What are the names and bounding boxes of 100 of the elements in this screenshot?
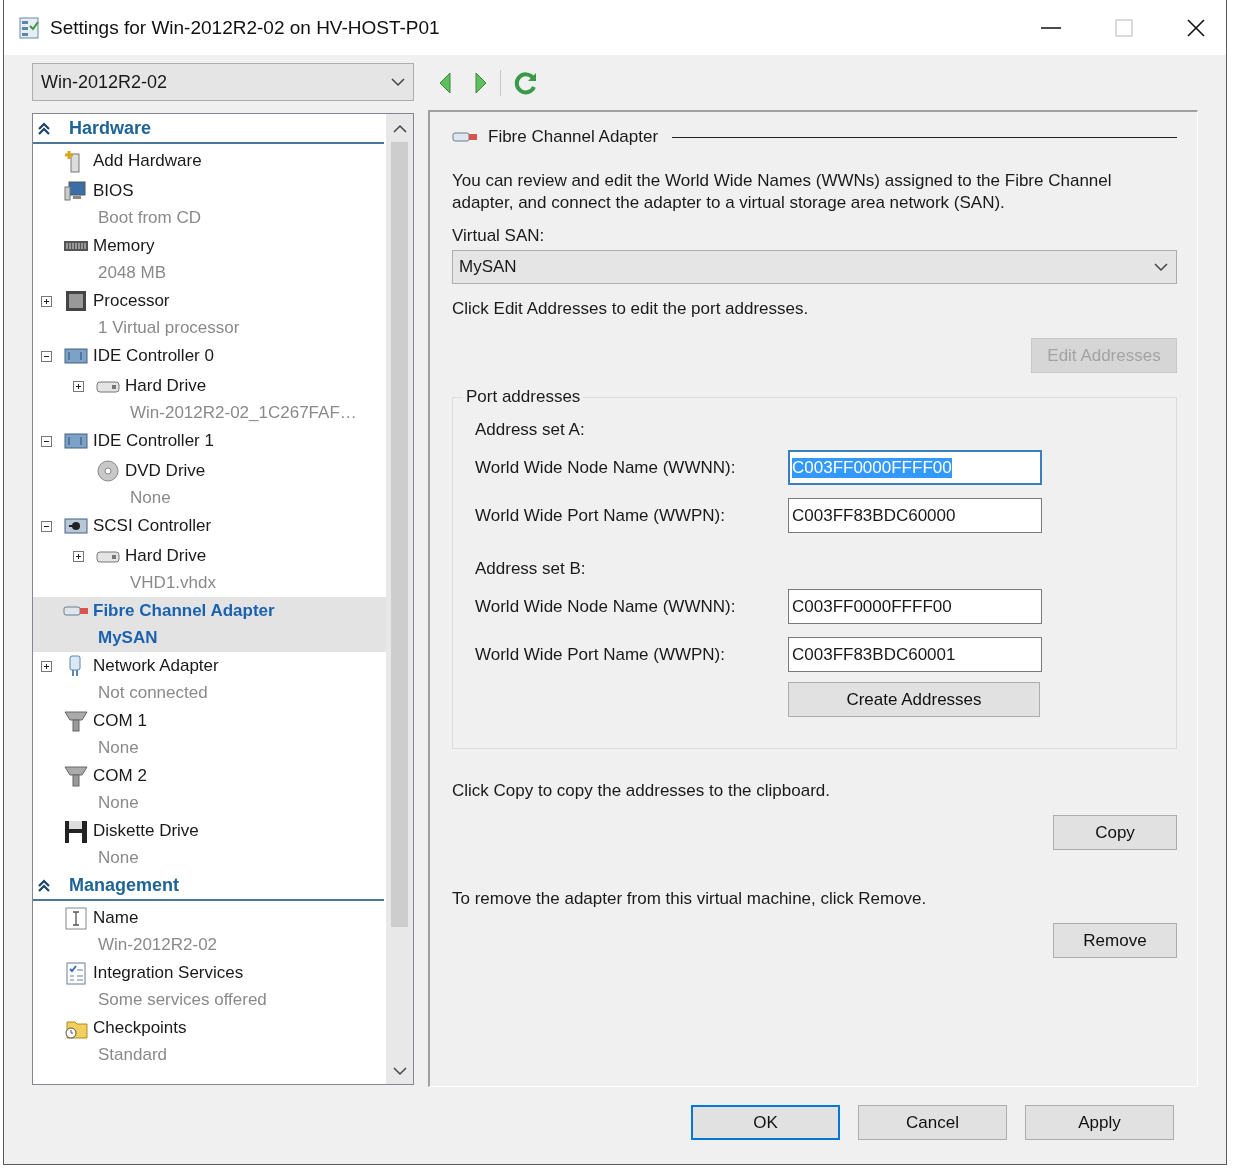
tree-item[interactable]: Name Win-2012R2-02 xyxy=(33,904,386,959)
input-field[interactable]: C003FF83BDC60001 xyxy=(788,637,1042,672)
create-addresses-button[interactable]: Create Addresses xyxy=(788,682,1040,717)
expand-icon[interactable] xyxy=(72,550,84,562)
item-name: Processor xyxy=(93,291,170,311)
adapter-plug-icon xyxy=(452,130,478,144)
item-detail: None xyxy=(98,847,140,869)
tree-item[interactable]: Fibre Channel Adapter MySAN xyxy=(33,597,386,652)
item-name: Hard Drive xyxy=(125,546,207,566)
scrollbar[interactable] xyxy=(386,114,413,1084)
tree-item[interactable]: Integration Services Some services offered xyxy=(33,959,386,1014)
tree-item[interactable]: Diskette Drive None xyxy=(33,817,386,872)
collapse-section-icon[interactable] xyxy=(37,878,51,893)
tree-item[interactable]: Checkpoints Standard xyxy=(33,1014,386,1069)
virtual-san-dropdown[interactable]: MySAN xyxy=(452,250,1177,284)
forward-arrow-icon[interactable] xyxy=(474,72,488,94)
remove-button[interactable]: Remove xyxy=(1053,923,1177,958)
field-label: World Wide Node Name (WWNN): xyxy=(475,457,737,478)
item-name: Fibre Channel Adapter xyxy=(93,601,275,621)
expand-icon[interactable] xyxy=(72,380,84,392)
field-label: Virtual SAN: xyxy=(452,225,546,247)
item-detail: Boot from CD xyxy=(98,207,202,229)
item-name: SCSI Controller xyxy=(93,516,212,536)
section-heading: Hardware xyxy=(69,118,152,139)
item-detail: Win-2012R2-02_1C267FAF… xyxy=(130,402,358,424)
item-detail: None xyxy=(98,737,140,759)
collapse-icon[interactable] xyxy=(40,520,52,532)
tree-item[interactable]: IDE Controller 1 xyxy=(33,427,386,457)
item-detail: Win-2012R2-02 xyxy=(98,934,219,956)
serial-port-icon xyxy=(63,708,89,734)
text-cursor-icon xyxy=(63,905,89,931)
tree-item[interactable]: COM 2 None xyxy=(33,762,386,817)
item-name: Checkpoints xyxy=(93,1018,187,1038)
address-set-label: Address set A: xyxy=(475,419,586,441)
item-detail: None xyxy=(98,792,140,814)
back-arrow-icon[interactable] xyxy=(438,72,452,94)
item-detail: MySAN xyxy=(98,627,159,649)
disc-icon xyxy=(95,458,121,484)
description-text: You can review and edit the World Wide Names (WWNs) assigned to the Fibre Channel adapter, and connect the adapter to a virtual storage area network (SAN). xyxy=(452,170,1113,214)
monitor-icon xyxy=(63,178,89,204)
item-name: IDE Controller 1 xyxy=(93,431,214,451)
tree-item[interactable]: Processor 1 Virtual processor xyxy=(33,287,386,342)
item-name: Add Hardware xyxy=(93,151,202,171)
field-label: World Wide Node Name (WWNN): xyxy=(475,596,737,617)
dialog-button[interactable]: OK xyxy=(691,1105,840,1140)
tree-item[interactable]: COM 1 None xyxy=(33,707,386,762)
hint-text: Click Copy to copy the addresses to the clipboard. xyxy=(452,780,831,802)
expand-icon[interactable] xyxy=(40,660,52,672)
chevron-down-icon xyxy=(391,77,405,87)
item-name: COM 1 xyxy=(93,711,147,731)
item-name: DVD Drive xyxy=(125,461,206,481)
tree-item[interactable]: DVD Drive None xyxy=(65,457,386,512)
collapse-section-icon[interactable] xyxy=(37,121,51,136)
section-heading: Management xyxy=(69,875,180,896)
dialog-button[interactable]: Cancel xyxy=(858,1105,1007,1140)
scroll-down-icon[interactable] xyxy=(392,1066,407,1076)
item-name: IDE Controller 0 xyxy=(93,346,214,366)
settings-icon xyxy=(18,15,42,40)
item-detail: VHD1.vhdx xyxy=(130,572,217,594)
item-detail: Not connected xyxy=(98,682,209,704)
collapse-icon[interactable] xyxy=(40,350,52,362)
input-field[interactable]: C003FF83BDC60000 xyxy=(788,498,1042,533)
item-name: COM 2 xyxy=(93,766,147,786)
processor-chip-icon xyxy=(63,288,89,314)
hint-text: To remove the adapter from this virtual machine, click Remove. xyxy=(452,888,928,910)
tree-item[interactable]: BIOS Boot from CD xyxy=(33,177,386,232)
item-name: Network Adapter xyxy=(93,656,219,676)
item-name: Hard Drive xyxy=(125,376,207,396)
tree-item[interactable]: Hard Drive Win-2012R2-02_1C267FAF… xyxy=(65,372,386,427)
copy-button[interactable]: Copy xyxy=(1053,815,1177,850)
hint-text: Click Edit Addresses to edit the port addresses. xyxy=(452,298,810,320)
checklist-icon xyxy=(63,960,89,986)
tree-item[interactable]: Network Adapter Not connected xyxy=(33,652,386,707)
field-label: World Wide Port Name (WWPN): xyxy=(475,505,726,526)
input-field[interactable]: C003FF0000FFFF00 xyxy=(788,589,1042,624)
section-title: Fibre Channel Adapter xyxy=(488,127,659,147)
tree-item[interactable]: Add Hardware xyxy=(33,147,386,177)
tree-item[interactable]: Memory 2048 MB xyxy=(33,232,386,287)
item-name: Memory xyxy=(93,236,155,256)
collapse-icon[interactable] xyxy=(40,435,52,447)
serial-port-icon xyxy=(63,763,89,789)
chevron-down-icon xyxy=(1154,262,1168,272)
item-detail: Standard xyxy=(98,1044,168,1066)
tree-item[interactable]: IDE Controller 0 xyxy=(33,342,386,372)
field-label: World Wide Port Name (WWPN): xyxy=(475,644,726,665)
scroll-up-icon[interactable] xyxy=(392,124,407,134)
address-set-label: Address set B: xyxy=(475,558,587,580)
window-title: Settings for Win-2012R2-02 on HV-HOST-P01 xyxy=(50,16,441,39)
tree-item[interactable]: SCSI Controller xyxy=(33,512,386,542)
item-detail: None xyxy=(130,487,172,509)
item-detail: 2048 MB xyxy=(98,262,168,284)
tree-item[interactable]: Hard Drive VHD1.vhdx xyxy=(65,542,386,597)
dialog-button[interactable]: Apply xyxy=(1025,1105,1174,1140)
refresh-icon[interactable] xyxy=(513,70,539,96)
expand-icon[interactable] xyxy=(40,295,52,307)
item-name: Diskette Drive xyxy=(93,821,199,841)
vm-dropdown[interactable]: Win-2012R2-02 xyxy=(32,63,414,101)
item-name: BIOS xyxy=(93,181,134,201)
close-icon[interactable] xyxy=(1186,17,1206,38)
item-detail: Some services offered xyxy=(98,989,268,1011)
